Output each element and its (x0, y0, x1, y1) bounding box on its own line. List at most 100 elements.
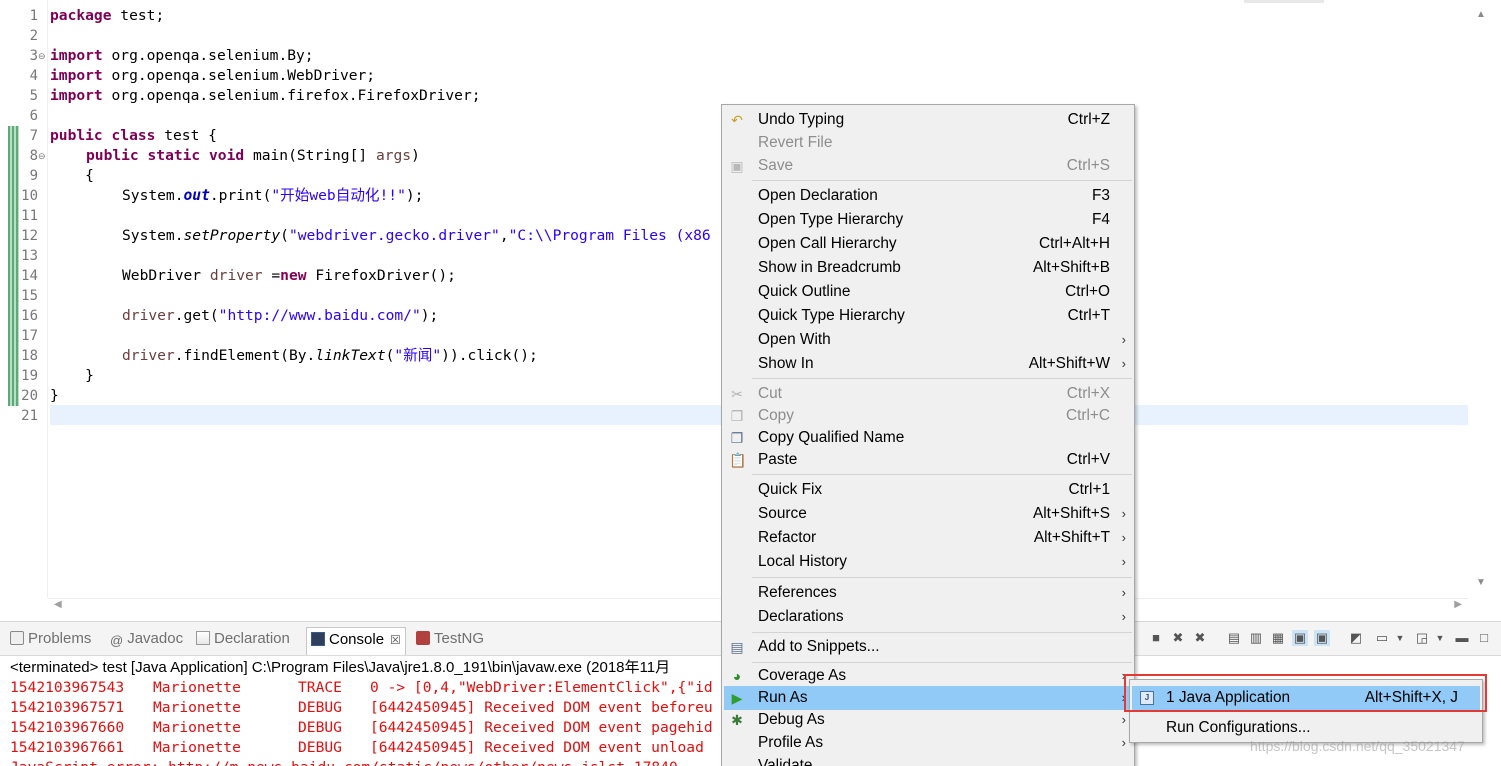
line-number: 19 (21, 368, 38, 384)
scroll-left-icon[interactable]: ◀ (54, 599, 62, 610)
vertical-scrollbar[interactable]: ▲ ▼ (1468, 5, 1498, 595)
menu-item-show-in[interactable]: Show In Alt+Shift+W › (724, 352, 1132, 376)
menu-item-refactor[interactable]: Refactor Alt+Shift+T › (724, 526, 1132, 550)
line-number: 1 (29, 8, 38, 24)
menu-item-debug-as[interactable]: ✱ Debug As › (724, 708, 1132, 732)
menu-item-show-in-breadcrumb[interactable]: Show in Breadcrumb Alt+Shift+B (724, 256, 1132, 280)
submenu-item-run-configurations[interactable]: Run Configurations... (1132, 716, 1480, 740)
line-number: 3 (29, 48, 38, 64)
line-number: 6 (29, 108, 38, 124)
code-line: public static void main(String[] args) (86, 147, 420, 164)
line-number: 2 (29, 28, 38, 44)
tab-console[interactable]: Console ☒ (306, 627, 406, 655)
submenu-arrow-icon: › (1121, 530, 1126, 545)
tab-declaration[interactable]: Declaration (196, 629, 290, 653)
scroll-lock-icon[interactable]: ▥ (1248, 630, 1264, 646)
menu-item-open-with[interactable]: Open With › (724, 328, 1132, 352)
debug-bug-icon: ✱ (731, 712, 743, 728)
menu-item-add-to-snippets[interactable]: ▤ Add to Snippets... (724, 635, 1132, 659)
show-on-output-icon[interactable]: ▣ (1292, 630, 1308, 646)
menu-item-copy-qualified-name[interactable]: ❐ Copy Qualified Name (724, 426, 1132, 450)
menu-item-cut[interactable]: ✂ Cut Ctrl+X (724, 382, 1132, 406)
code-line: driver.get("http://www.baidu.com/"); (122, 307, 439, 324)
menu-item-undo-typing[interactable]: ↶ Undo Typing Ctrl+Z (724, 108, 1132, 132)
menu-item-quick-type-hierarchy[interactable]: Quick Type Hierarchy Ctrl+T (724, 304, 1132, 328)
code-line: public class test { (50, 127, 217, 144)
menu-item-open-call-hierarchy[interactable]: Open Call Hierarchy Ctrl+Alt+H (724, 232, 1132, 256)
line-number: 10 (21, 188, 38, 204)
tab-testng[interactable]: TestNG (416, 629, 484, 653)
code-line: } (50, 387, 59, 404)
menu-item-declarations[interactable]: Declarations › (724, 605, 1132, 629)
submenu-arrow-icon: › (1121, 554, 1126, 569)
code-line: import org.openqa.selenium.By; (50, 47, 314, 64)
chevron-down-icon[interactable]: ▼ (1432, 630, 1448, 646)
tab-javadoc[interactable]: @ Javadoc (110, 629, 183, 653)
minimize-icon[interactable]: ▬ (1454, 630, 1470, 646)
console-launch-header: <terminated> test [Java Application] C:\… (10, 659, 671, 676)
scissors-icon: ✂ (731, 386, 743, 402)
fold-toggle-icon[interactable]: ⊖ (38, 46, 46, 66)
menu-item-run-as[interactable]: ▶ Run As › (724, 686, 1132, 710)
menu-item-source[interactable]: Source Alt+Shift+S › (724, 502, 1132, 526)
pin-console-icon[interactable]: ◩ (1348, 630, 1364, 646)
menu-item-references[interactable]: References › (724, 581, 1132, 605)
console-icon (311, 632, 325, 646)
menu-item-profile-as[interactable]: Profile As › (724, 731, 1132, 755)
show-on-error-icon[interactable]: ▣ (1314, 630, 1330, 646)
watermark: https://blog.csdn.net/qq_35021347 (1250, 738, 1465, 754)
remove-all-icon[interactable]: ✖ (1192, 630, 1208, 646)
menu-item-revert-file[interactable]: Revert File (724, 131, 1132, 155)
menu-item-validate[interactable]: Validate (724, 754, 1132, 766)
menu-separator (752, 662, 1132, 663)
menu-item-paste[interactable]: 📋 Paste Ctrl+V (724, 448, 1132, 472)
line-number: 15 (21, 288, 38, 304)
menu-separator (752, 378, 1132, 379)
word-wrap-icon[interactable]: ▦ (1270, 630, 1286, 646)
editor-context-menu: ↶ Undo Typing Ctrl+Z Revert File ▣ Save Ctrl… (721, 104, 1135, 766)
console-log-row: JavaScript error: http://m.news.baidu.co… (10, 758, 678, 766)
code-line: } (50, 367, 94, 384)
copy-icon: ❐ (730, 408, 744, 424)
tab-problems[interactable]: Problems (10, 629, 91, 653)
line-number: 8 (29, 148, 38, 164)
code-line: driver.findElement(By.linkText("新闻")).cl… (122, 347, 538, 364)
undo-icon: ↶ (731, 112, 743, 128)
terminate-icon[interactable]: ■ (1148, 630, 1164, 646)
fold-toggle-icon[interactable]: ⊖ (38, 146, 46, 166)
line-number: 20 (21, 388, 38, 404)
menu-item-copy[interactable]: ❐ Copy Ctrl+C (724, 404, 1132, 428)
maximize-icon[interactable]: □ (1476, 630, 1492, 646)
remove-launch-icon[interactable]: ✖ (1170, 630, 1186, 646)
code-line: import org.openqa.selenium.WebDriver; (50, 67, 376, 84)
menu-item-quick-outline[interactable]: Quick Outline Ctrl+O (724, 280, 1132, 304)
line-number: 16 (21, 308, 38, 324)
submenu-arrow-icon: › (1121, 735, 1126, 750)
chevron-down-icon[interactable]: ▼ (1392, 630, 1408, 646)
line-number: 18 (21, 348, 38, 364)
submenu-arrow-icon: › (1121, 609, 1126, 624)
menu-item-quick-fix[interactable]: Quick Fix Ctrl+1 (724, 478, 1132, 502)
clear-console-icon[interactable]: ▤ (1226, 630, 1242, 646)
menu-separator (752, 474, 1132, 475)
coverage-icon: ◕ (732, 668, 742, 684)
code-line: WebDriver driver =new FirefoxDriver(); (122, 267, 456, 284)
menu-item-open-declaration[interactable]: Open Declaration F3 (724, 184, 1132, 208)
display-console-icon[interactable]: ▭ (1374, 630, 1390, 646)
menu-item-save[interactable]: ▣ Save Ctrl+S (724, 154, 1132, 178)
scroll-down-icon[interactable]: ▼ (1476, 577, 1486, 588)
scroll-up-icon[interactable]: ▲ (1476, 9, 1486, 20)
scroll-right-icon[interactable]: ▶ (1454, 599, 1462, 610)
close-tab-icon[interactable]: ☒ (390, 633, 401, 647)
code-line: package test; (50, 7, 165, 24)
open-console-icon[interactable]: ◲ (1414, 630, 1430, 646)
problems-icon (10, 631, 24, 645)
save-icon: ▣ (730, 158, 744, 174)
menu-item-open-type-hierarchy[interactable]: Open Type Hierarchy F4 (724, 208, 1132, 232)
menu-item-coverage-as[interactable]: ◕ Coverage As › (724, 664, 1132, 688)
menu-item-local-history[interactable]: Local History › (724, 550, 1132, 574)
code-line: import org.openqa.selenium.firefox.Firef… (50, 87, 481, 104)
line-number: 17 (21, 328, 38, 344)
code-line: { (50, 167, 94, 184)
menu-separator (752, 632, 1132, 633)
